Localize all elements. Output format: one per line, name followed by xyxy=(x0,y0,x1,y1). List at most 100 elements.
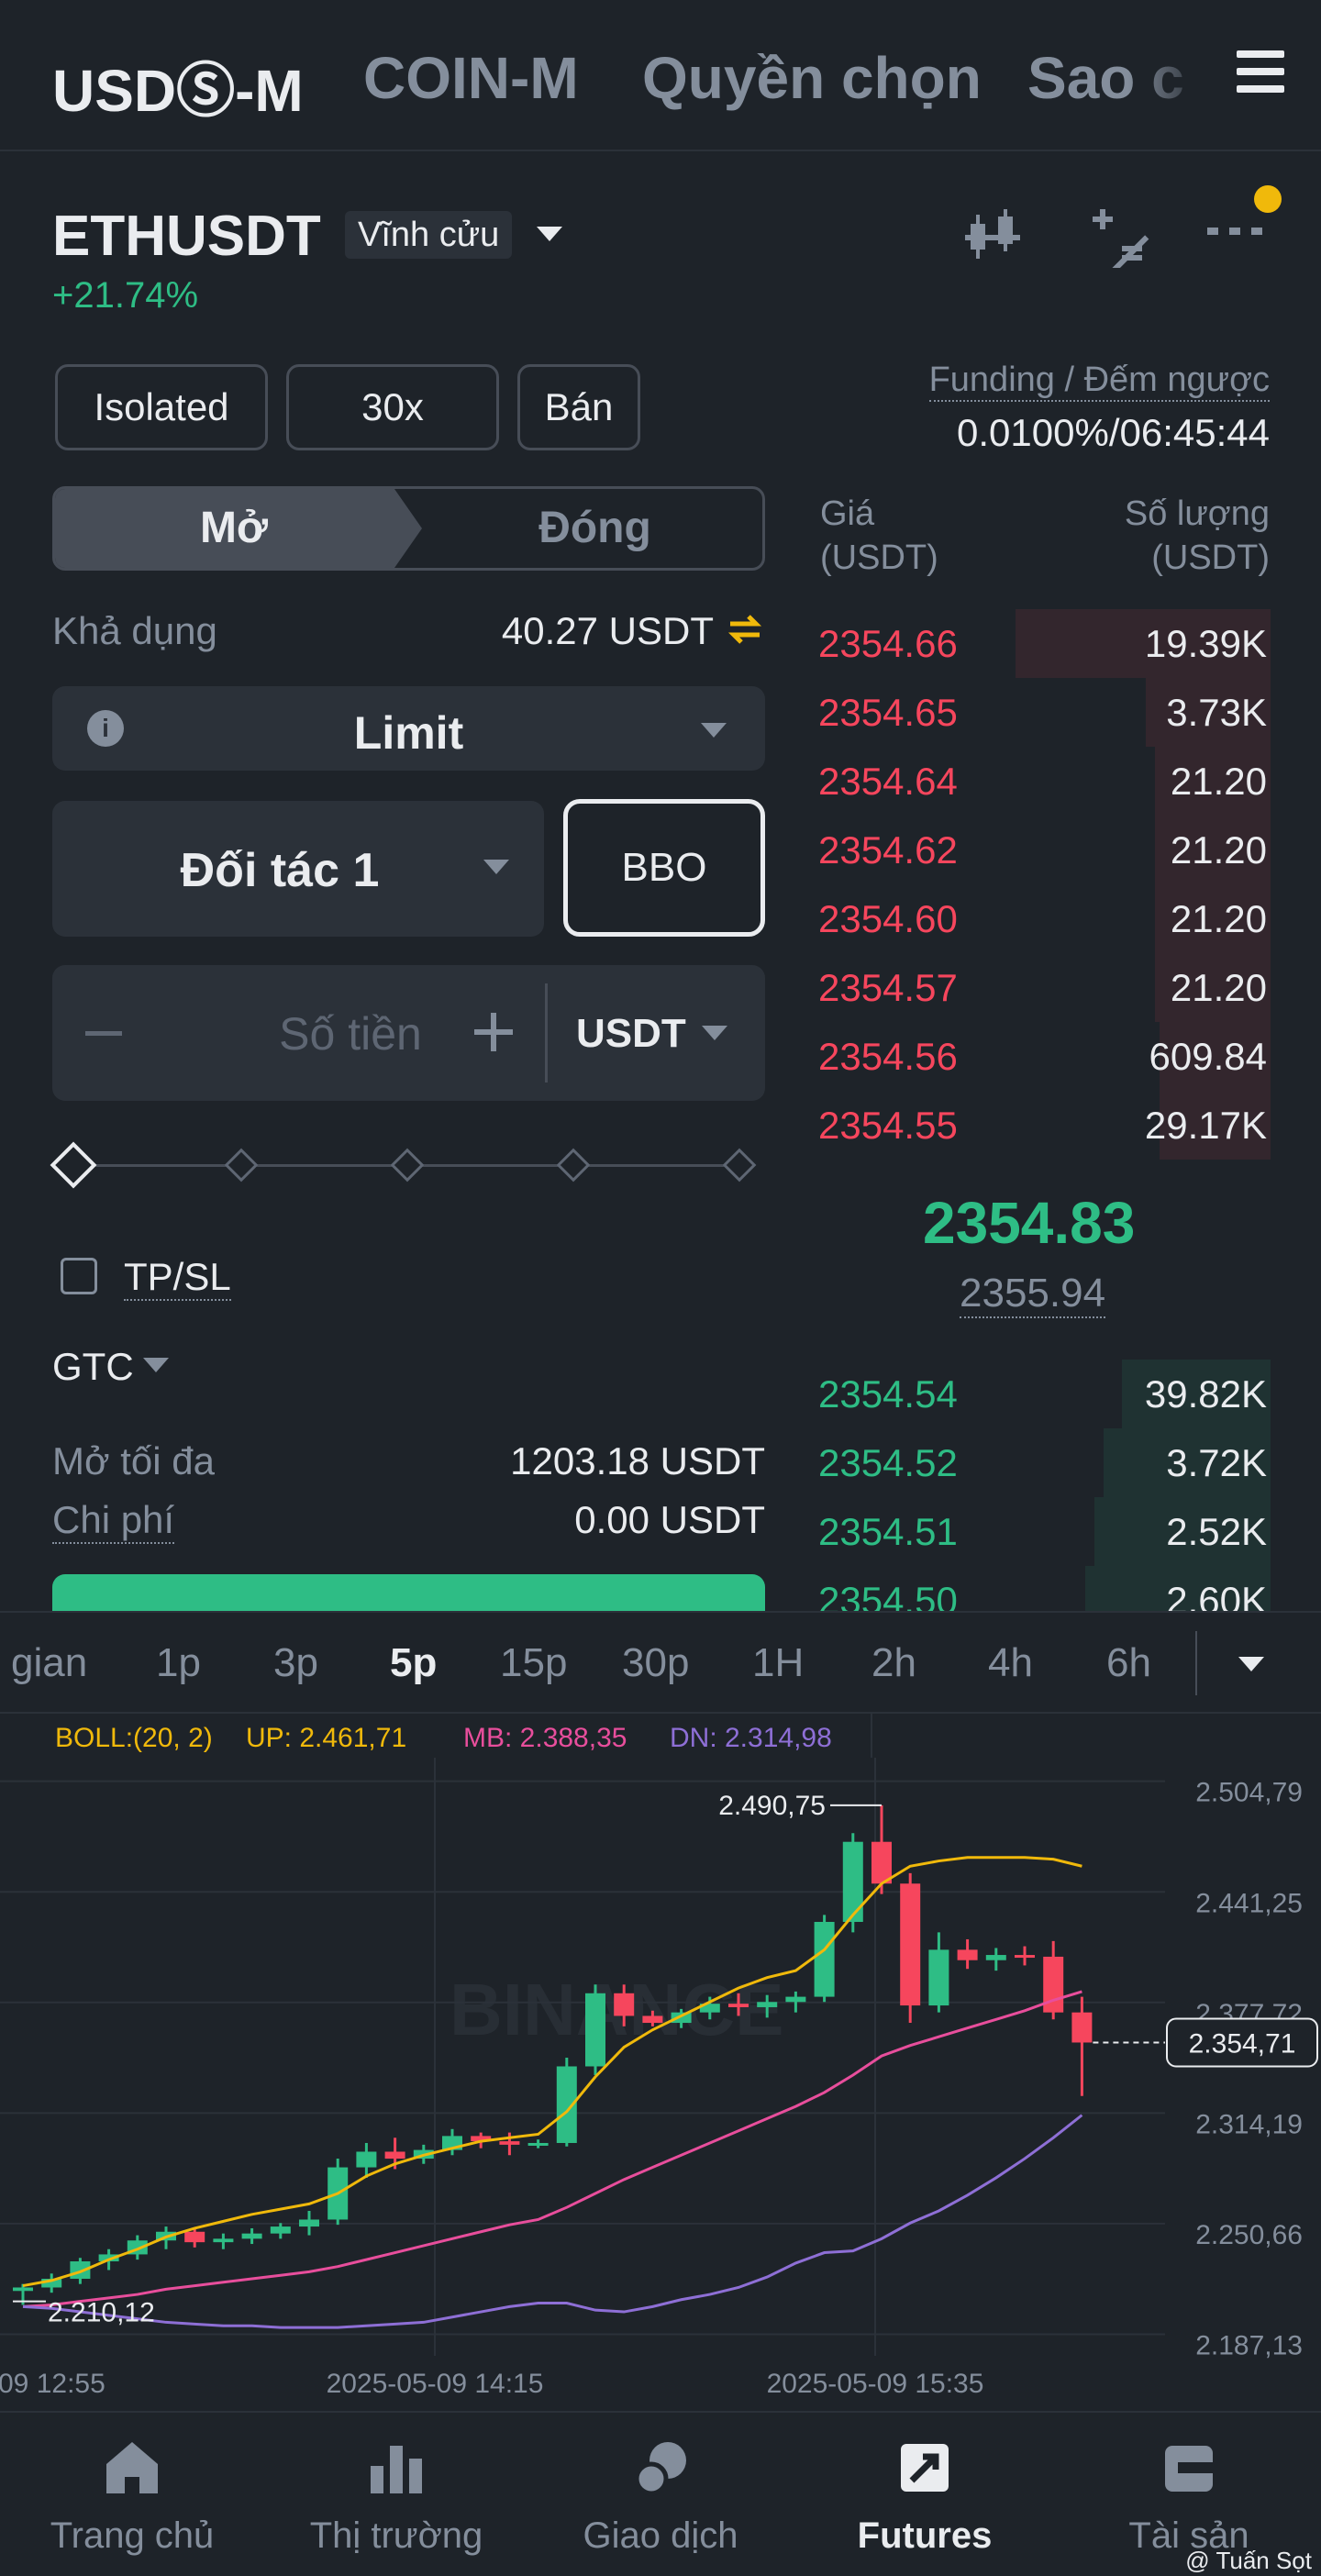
home-icon xyxy=(106,2442,158,2493)
ask-price: 2354.64 xyxy=(818,760,958,803)
interval-1[interactable]: 1p xyxy=(156,1640,201,1686)
x-tick-label: 2025-05-09 14:15 xyxy=(327,2369,544,2399)
ask-price: 2354.62 xyxy=(818,828,958,872)
interval-4[interactable]: 15p xyxy=(500,1640,567,1686)
tab-options[interactable]: Quyền chọn xyxy=(642,44,982,112)
ask-qty: 21.20 xyxy=(1170,828,1267,872)
bid-depth-bar xyxy=(1085,1566,1271,1611)
candlestick-chart-icon[interactable] xyxy=(961,204,1026,268)
calculator-icon[interactable] xyxy=(1085,204,1149,268)
order-type-select[interactable]: i Limit xyxy=(52,686,765,771)
menu-icon[interactable] xyxy=(1237,50,1284,96)
divider xyxy=(545,983,548,1083)
interval-0[interactable]: i gian xyxy=(0,1640,87,1686)
transfer-icon[interactable] xyxy=(727,611,763,648)
ask-row[interactable]: 2354.60 21.20 xyxy=(807,884,1271,953)
nav-futures[interactable]: Futures xyxy=(793,2413,1057,2576)
more-options-icon[interactable] xyxy=(1205,213,1264,250)
candle-body xyxy=(928,1949,949,2006)
wallet-icon xyxy=(1165,2446,1213,2492)
chevron-down-icon xyxy=(483,860,509,874)
nav-trade[interactable]: Giao dịch xyxy=(528,2413,793,2576)
slider-mark-75[interactable] xyxy=(556,1148,591,1183)
candle-body xyxy=(642,2015,663,2024)
ask-row[interactable]: 2354.62 21.20 xyxy=(807,816,1271,884)
slider-mark-100[interactable] xyxy=(722,1148,757,1183)
bid-row[interactable]: 2354.54 39.82K xyxy=(807,1360,1271,1428)
ask-row[interactable]: 2354.64 21.20 xyxy=(807,747,1271,816)
tab-copy[interactable]: Sao c xyxy=(1027,44,1211,112)
candle-body xyxy=(527,2142,549,2146)
interval-7[interactable]: 2h xyxy=(871,1640,916,1686)
interval-more-icon[interactable] xyxy=(1238,1657,1264,1671)
tif-chevron-icon[interactable] xyxy=(143,1358,169,1372)
amount-unit[interactable]: USDT xyxy=(576,1011,686,1057)
chevron-down-icon xyxy=(701,723,727,738)
tpsl-label[interactable]: TP/SL xyxy=(124,1255,231,1301)
position-side-button[interactable]: Bán xyxy=(517,364,640,450)
counterparty-select[interactable]: Đối tác 1 xyxy=(52,801,544,937)
symbol-name[interactable]: ETHUSDT xyxy=(52,204,321,269)
tab-coin-m[interactable]: COIN-M xyxy=(363,44,579,112)
time-in-force[interactable]: GTC xyxy=(52,1345,134,1389)
tab-close[interactable]: Đóng xyxy=(422,489,762,568)
funding-label[interactable]: Funding / Đếm ngược xyxy=(928,361,1270,402)
ask-row[interactable]: 2354.65 3.73K xyxy=(807,678,1271,747)
mark-price[interactable]: 2355.94 xyxy=(960,1271,1106,1318)
nav-label: Giao dịch xyxy=(583,2515,738,2556)
high-label: 2.490,75 xyxy=(718,1791,826,1821)
bid-row[interactable]: 2354.52 3.72K xyxy=(807,1428,1271,1497)
tab-open[interactable]: Mở xyxy=(55,489,413,568)
bid-depth-bar xyxy=(1094,1497,1271,1566)
ask-price: 2354.65 xyxy=(818,691,958,734)
candle xyxy=(814,1915,835,2003)
margin-mode-button[interactable]: Isolated xyxy=(55,364,268,450)
ask-row[interactable]: 2354.66 19.39K xyxy=(807,609,1271,678)
symbol-dropdown-icon[interactable] xyxy=(537,227,562,241)
interval-6[interactable]: 1H xyxy=(752,1640,804,1686)
ask-qty: 21.20 xyxy=(1170,897,1267,940)
bbo-button[interactable]: BBO xyxy=(563,799,765,937)
ask-row[interactable]: 2354.55 29.17K xyxy=(807,1091,1271,1160)
candle-body xyxy=(814,1921,835,1997)
unit-chevron-icon[interactable] xyxy=(702,1026,727,1040)
leverage-button[interactable]: 30x xyxy=(286,364,499,450)
interval-3[interactable]: 5p xyxy=(390,1640,437,1686)
boll-legend-label: BOLL:(20, 2) xyxy=(55,1723,213,1753)
candle xyxy=(585,1984,605,2075)
bid-price: 2354.52 xyxy=(818,1441,958,1484)
max-open-label: Mở tối đa xyxy=(52,1439,215,1482)
price-chart[interactable]: 2.504,792.441,252.377,722.314,192.250,66… xyxy=(0,1714,1321,2411)
ask-row[interactable]: 2354.56 609.84 xyxy=(807,1022,1271,1091)
candle-body xyxy=(900,1883,921,2006)
minus-icon[interactable] xyxy=(85,1031,122,1036)
bid-row[interactable]: 2354.50 2.60K xyxy=(807,1566,1271,1611)
nav-home[interactable]: Trang chủ xyxy=(0,2413,264,2576)
cost-label[interactable]: Chi phí xyxy=(52,1498,175,1544)
candle-body xyxy=(1015,1955,1035,1959)
slider-mark-50[interactable] xyxy=(390,1148,425,1183)
boll-legend-up: UP: 2.461,71 xyxy=(246,1723,406,1753)
bid-qty: 2.52K xyxy=(1166,1510,1267,1553)
funding-value: 0.0100%/06:45:44 xyxy=(957,411,1270,454)
interval-2[interactable]: 3p xyxy=(273,1640,318,1686)
ask-qty: 3.73K xyxy=(1166,691,1267,734)
candle-body xyxy=(957,1949,978,1960)
ask-price: 2354.56 xyxy=(818,1035,958,1078)
tab-usds-m[interactable]: USDⓈ-M xyxy=(52,44,304,128)
ask-row[interactable]: 2354.57 21.20 xyxy=(807,953,1271,1022)
candle-body xyxy=(241,2233,262,2239)
interval-5[interactable]: 30p xyxy=(622,1640,689,1686)
plus-icon[interactable] xyxy=(474,1013,513,1051)
nav-markets[interactable]: Thị trường xyxy=(264,2413,528,2576)
x-tick-label: 09 12:55 xyxy=(0,2369,105,2399)
interval-8[interactable]: 4h xyxy=(988,1640,1033,1686)
interval-9[interactable]: 6h xyxy=(1106,1640,1151,1686)
tpsl-checkbox[interactable] xyxy=(61,1258,97,1294)
slider-handle[interactable] xyxy=(50,1141,97,1189)
ask-qty: 19.39K xyxy=(1144,622,1267,665)
cost-value: 0.00 USDT xyxy=(574,1498,765,1541)
bid-price: 2354.51 xyxy=(818,1510,958,1553)
bid-row[interactable]: 2354.51 2.52K xyxy=(807,1497,1271,1566)
slider-mark-25[interactable] xyxy=(224,1148,259,1183)
